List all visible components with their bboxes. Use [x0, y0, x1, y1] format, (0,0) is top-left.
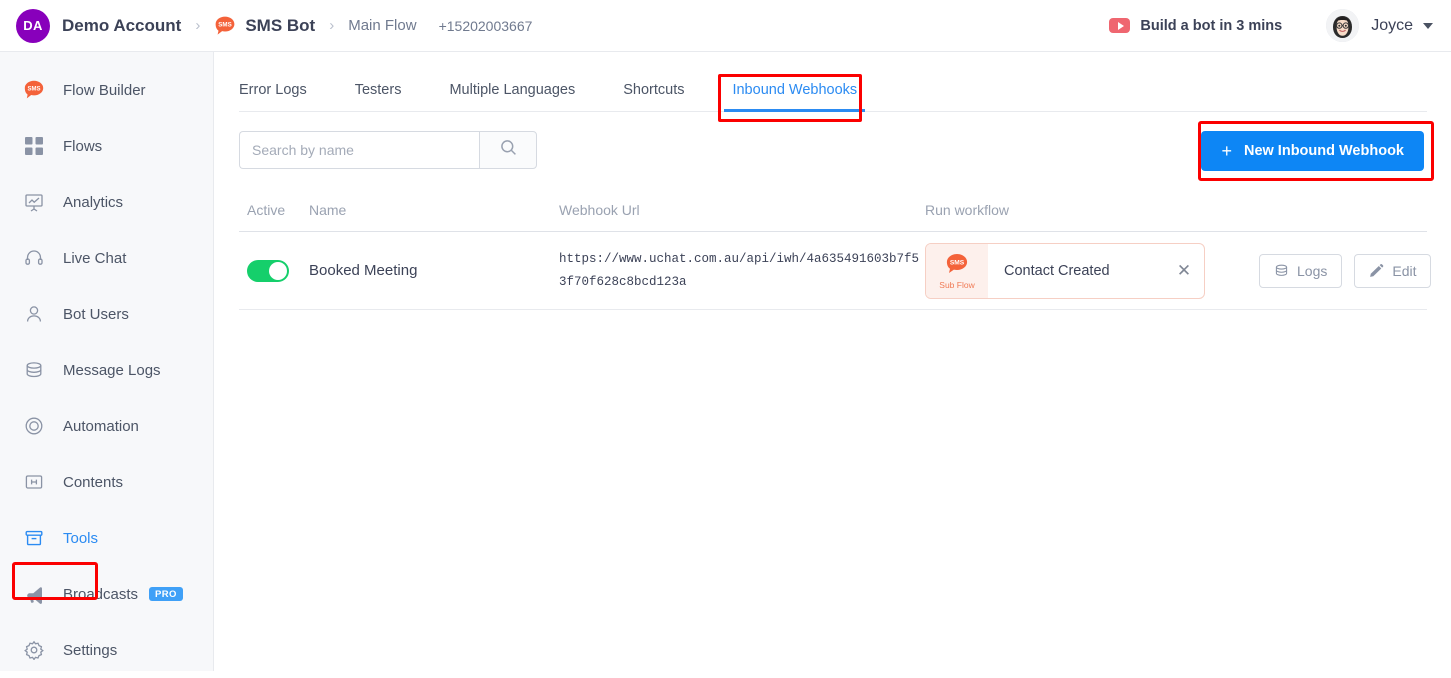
build-a-bot-link[interactable]: Build a bot in 3 mins	[1109, 18, 1282, 34]
row-workflow-cell: SMS Sub Flow Contact Created ✕	[925, 242, 1247, 299]
sidebar-item-contents[interactable]: Contents	[0, 454, 213, 510]
sidebar-item-label: Tools	[63, 529, 99, 547]
pro-badge: PRO	[149, 586, 183, 602]
top-bar-right: Build a bot in 3 mins Joyce	[1109, 9, 1451, 42]
sidebar-item-label: Contents	[63, 473, 124, 491]
search-bar	[239, 131, 537, 169]
tab-bar: Error Logs Testers Multiple Languages Sh…	[239, 52, 1427, 122]
main-content: Error Logs Testers Multiple Languages Sh…	[215, 52, 1451, 671]
user-icon	[22, 302, 46, 326]
sidebar-item-label: Analytics	[63, 193, 124, 211]
user-name: Joyce	[1371, 16, 1413, 34]
close-icon[interactable]: ✕	[1164, 244, 1204, 298]
database-icon	[1274, 263, 1289, 278]
toolbar: + New Inbound Webhook	[239, 112, 1434, 188]
row-actions-cell: Logs Edit	[1247, 253, 1433, 288]
new-inbound-webhook-label: New Inbound Webhook	[1243, 143, 1404, 159]
sidebar-item-message-logs[interactable]: Message Logs	[0, 342, 213, 398]
sms-bot-icon: SMS	[214, 15, 236, 37]
sidebar-item-bot-users[interactable]: Bot Users	[0, 286, 213, 342]
phone-number: +15202003667	[438, 17, 533, 34]
sidebar-item-settings[interactable]: Settings	[0, 622, 213, 678]
sms-bubble-icon: SMS	[945, 252, 969, 276]
top-bar: DA Demo Account › SMS SMS Bot › Main Flo…	[0, 0, 1451, 52]
search-input[interactable]	[239, 131, 479, 169]
column-header-webhook-url: Webhook Url	[559, 201, 640, 218]
search-icon	[500, 139, 517, 161]
headset-icon	[22, 246, 46, 270]
pencil-icon	[1369, 263, 1384, 278]
sidebar-item-label: Flow Builder	[63, 81, 146, 99]
chart-board-icon	[22, 190, 46, 214]
sidebar-item-live-chat[interactable]: Live Chat	[0, 230, 213, 286]
database-icon	[22, 358, 46, 382]
column-header-name: Name	[309, 201, 347, 218]
sidebar-item-label: Bot Users	[63, 305, 129, 323]
youtube-icon	[1109, 18, 1131, 33]
sidebar-item-label: Message Logs	[63, 361, 161, 379]
row-name-cell: Booked Meeting	[309, 262, 559, 280]
account-name[interactable]: Demo Account	[62, 16, 181, 36]
gear-icon	[22, 638, 46, 662]
sidebar-item-label: Settings	[63, 641, 118, 659]
sub-flow-badge: SMS Sub Flow	[926, 243, 988, 298]
workflow-name: Contact Created	[1004, 262, 1110, 279]
tab-multiple-languages[interactable]: Multiple Languages	[449, 82, 575, 111]
flow-name[interactable]: Main Flow	[348, 17, 416, 34]
column-header-active: Active	[247, 201, 286, 218]
table-header: Active Name Webhook Url Run workflow	[239, 188, 1427, 232]
webhook-url[interactable]: https://www.uchat.com.au/api/iwh/4a63549…	[559, 252, 919, 289]
logs-button[interactable]: Logs	[1259, 253, 1343, 288]
tab-error-logs[interactable]: Error Logs	[239, 82, 307, 111]
target-icon	[22, 414, 46, 438]
svg-text:SMS: SMS	[27, 87, 40, 93]
new-inbound-webhook-button[interactable]: + New Inbound Webhook	[1201, 131, 1424, 171]
sidebar-item-label: Live Chat	[63, 249, 127, 267]
tab-testers[interactable]: Testers	[355, 82, 402, 111]
webhooks-table: Active Name Webhook Url Run workflow Boo…	[239, 188, 1432, 310]
logs-label: Logs	[1297, 262, 1328, 279]
webhook-name: Booked Meeting	[309, 261, 418, 279]
plus-icon: +	[1221, 141, 1232, 161]
avatar	[1326, 9, 1360, 42]
svg-text:SMS: SMS	[219, 21, 232, 28]
sidebar-item-tools[interactable]: Tools	[0, 510, 213, 566]
breadcrumb-separator-2: ›	[329, 17, 335, 34]
archive-box-icon	[22, 526, 46, 550]
megaphone-icon	[22, 582, 46, 606]
row-url-cell: https://www.uchat.com.au/api/iwh/4a63549…	[559, 248, 925, 294]
table-row: Booked Meeting https://www.uchat.com.au/…	[239, 232, 1432, 310]
run-workflow-card[interactable]: SMS Sub Flow Contact Created ✕	[925, 242, 1205, 299]
edit-button[interactable]: Edit	[1354, 253, 1432, 288]
grid-icon	[22, 134, 46, 158]
content-box-icon	[22, 470, 46, 494]
sidebar-item-broadcasts[interactable]: Broadcasts PRO	[0, 566, 213, 622]
row-active-cell	[239, 259, 309, 282]
user-menu[interactable]: Joyce	[1326, 9, 1433, 42]
sidebar-item-flow-builder[interactable]: SMS Flow Builder	[0, 62, 213, 118]
account-avatar[interactable]: DA	[16, 8, 50, 43]
sidebar-item-automation[interactable]: Automation	[0, 398, 213, 454]
search-button[interactable]	[479, 131, 537, 169]
sub-flow-label: Sub Flow	[939, 279, 975, 290]
sidebar-item-label: Flows	[63, 137, 103, 155]
sidebar-item-label: Automation	[63, 417, 139, 435]
sms-bubble-icon: SMS	[22, 78, 46, 102]
build-a-bot-label: Build a bot in 3 mins	[1140, 17, 1283, 34]
svg-text:SMS: SMS	[950, 259, 965, 266]
breadcrumb-separator-1: ›	[195, 17, 201, 34]
tab-inbound-webhooks[interactable]: Inbound Webhooks	[724, 82, 865, 112]
sidebar-item-label: Broadcasts	[63, 585, 139, 603]
edit-label: Edit	[1392, 262, 1417, 279]
sidebar-item-analytics[interactable]: Analytics	[0, 174, 213, 230]
bot-name[interactable]: SMS Bot	[245, 16, 315, 36]
tab-shortcuts[interactable]: Shortcuts	[623, 82, 684, 111]
chevron-down-icon	[1423, 22, 1433, 29]
sidebar: SMS Flow Builder Flows Analytics Live Ch…	[0, 52, 214, 671]
breadcrumb: DA Demo Account › SMS SMS Bot › Main Flo…	[0, 0, 532, 51]
sidebar-item-flows[interactable]: Flows	[0, 118, 213, 174]
active-toggle[interactable]	[247, 259, 289, 282]
column-header-run-workflow: Run workflow	[925, 201, 1010, 218]
